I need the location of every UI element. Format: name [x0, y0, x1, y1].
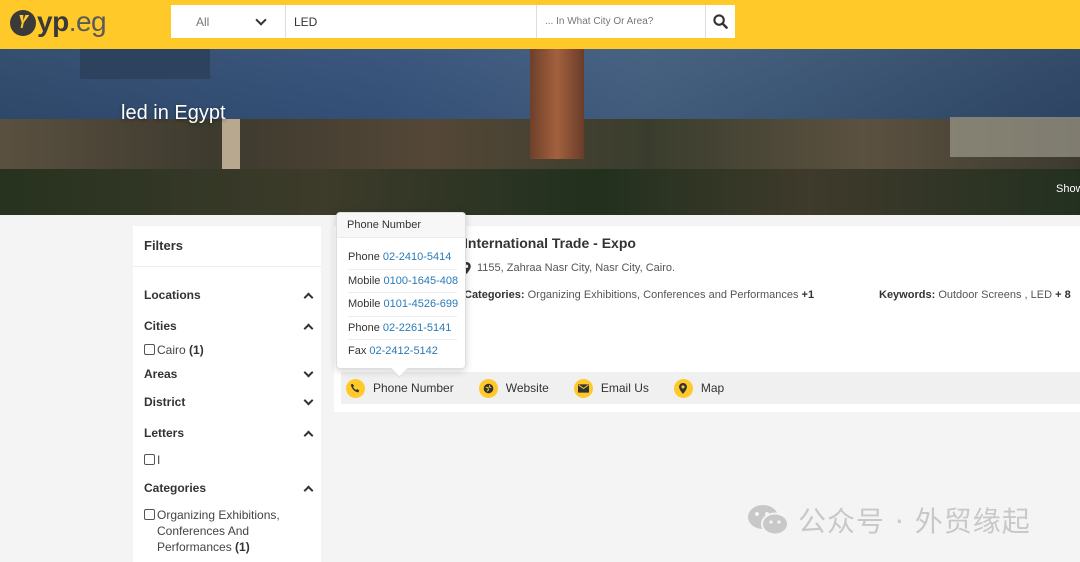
phone-list-item: Mobile 0101-4526-699 [348, 293, 458, 317]
globe-icon [478, 378, 498, 398]
filters-title: Filters [144, 238, 184, 253]
watermark: 公众号 · 外贸缘起 [746, 500, 1031, 540]
listing-actions: Phone Number Website Email Us Map [341, 372, 1080, 404]
listing-categories: Categories: Organizing Exhibitions, Conf… [464, 289, 815, 301]
email-us-button[interactable]: Email Us [573, 378, 649, 398]
top-header: yp.eg All [0, 0, 1080, 49]
chevron-up-icon [303, 323, 314, 333]
filter-option-category[interactable]: Organizing Exhibitions, Conferences And … [144, 507, 280, 555]
phone-icon [346, 378, 365, 398]
chevron-up-icon [303, 430, 314, 440]
page-title: led in Egypt [121, 102, 226, 124]
search-button[interactable] [706, 5, 735, 38]
filter-section-locations[interactable]: Locations [144, 288, 314, 302]
checkbox[interactable] [144, 509, 155, 520]
filter-section-district[interactable]: District [144, 395, 314, 409]
logo-text: yp.eg [37, 6, 107, 37]
filter-section-letters[interactable]: Letters [144, 426, 314, 440]
phone-list-item: Fax 02-2412-5142 [348, 345, 438, 357]
chevron-up-icon [303, 485, 314, 495]
chevron-down-icon [303, 367, 314, 377]
keywords-more[interactable]: + 8 [1055, 289, 1071, 301]
map-button[interactable]: Map [673, 378, 724, 398]
categories-more[interactable]: +1 [802, 289, 815, 301]
website-button[interactable]: Website [478, 378, 549, 398]
chevron-up-icon [303, 292, 314, 302]
listing-title[interactable]: International Trade - Expo [464, 235, 636, 251]
checkbox[interactable] [144, 344, 155, 355]
hero-side-text: Show [1056, 183, 1080, 195]
category-select[interactable]: All [171, 5, 286, 38]
logo-mark-icon [10, 10, 36, 36]
phone-list-item: Phone 02-2261-5141 [348, 317, 457, 340]
phone-link[interactable]: 0101-4526-699 [383, 298, 458, 310]
phone-list: Phone 02-2410-5414 Mobile 0100-1645-408 … [337, 238, 465, 364]
phone-list-item: Phone 02-2410-5414 [348, 246, 457, 270]
category-select-value: All [196, 14, 210, 29]
search-icon [713, 14, 728, 29]
phone-link[interactable]: 0100-1645-408 [383, 275, 458, 287]
filter-section-areas[interactable]: Areas [144, 367, 314, 381]
popover-title: Phone Number [337, 213, 465, 238]
chevron-down-icon [255, 13, 267, 26]
filter-option-letter-i[interactable]: I [144, 452, 160, 468]
phone-link[interactable]: 02-2412-5142 [369, 345, 438, 357]
listing-address: 1155, Zahraa Nasr City, Nasr City, Cairo… [462, 262, 675, 274]
location-input[interactable] [537, 5, 706, 38]
filter-section-categories[interactable]: Categories [144, 481, 314, 495]
phone-number-popover: Phone Number Phone 02-2410-5414 Mobile 0… [336, 212, 466, 369]
phone-link[interactable]: 02-2261-5141 [383, 322, 452, 334]
search-input[interactable] [286, 5, 537, 38]
filters-panel: Filters Locations Cities Cairo (1) Areas… [133, 226, 321, 562]
phone-list-item: Mobile 0100-1645-408 [348, 270, 458, 293]
search-bar: All [171, 5, 735, 38]
filter-section-cities[interactable]: Cities [144, 319, 314, 333]
wechat-icon [748, 505, 789, 536]
envelope-icon [573, 378, 593, 398]
site-logo[interactable]: yp.eg [10, 6, 107, 38]
watermark-text: 公众号 · 外贸缘起 [798, 505, 1031, 538]
phone-link[interactable]: 02-2410-5414 [383, 251, 452, 263]
filter-option-cairo[interactable]: Cairo (1) [144, 342, 204, 358]
listing-keywords: Keywords: Outdoor Screens , LED + 8 [879, 289, 1071, 301]
checkbox[interactable] [144, 454, 155, 465]
hero-banner: led in Egypt Show [0, 49, 1080, 215]
map-pin-icon [673, 378, 693, 398]
phone-number-button[interactable]: Phone Number [346, 378, 454, 398]
chevron-down-icon [303, 395, 314, 405]
